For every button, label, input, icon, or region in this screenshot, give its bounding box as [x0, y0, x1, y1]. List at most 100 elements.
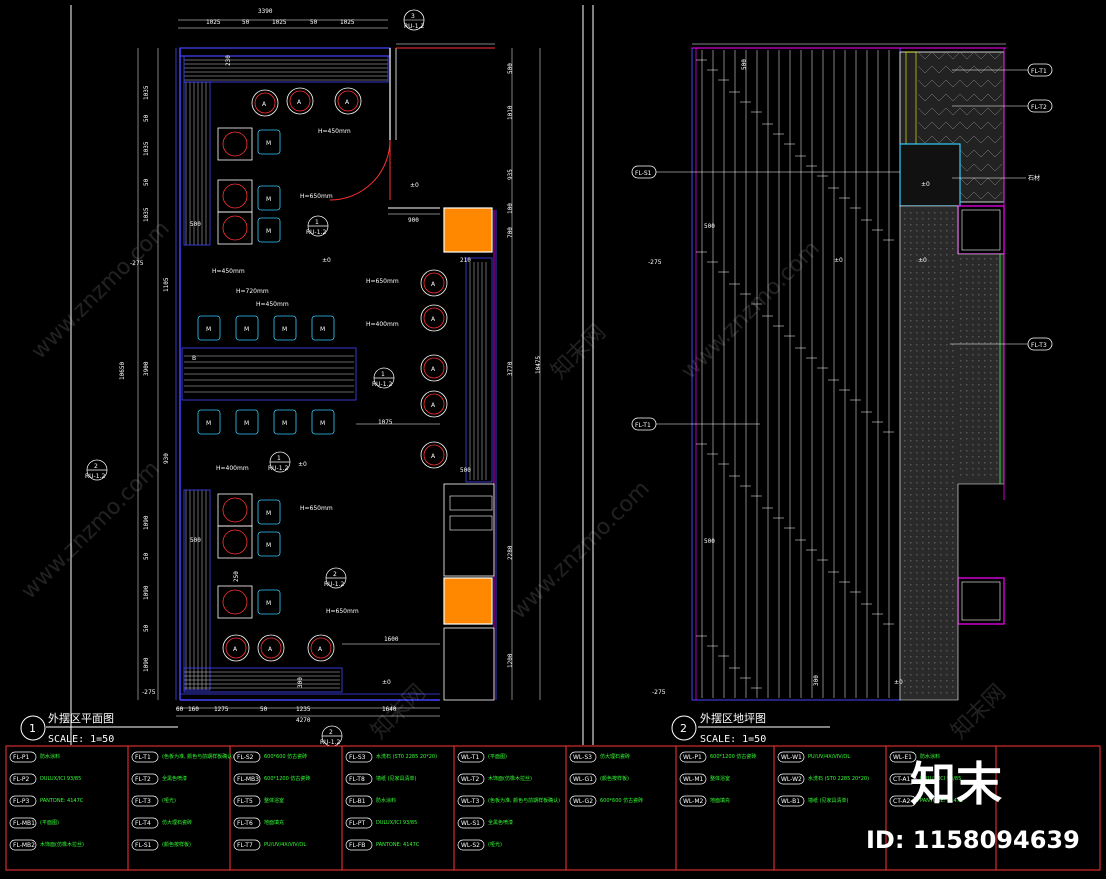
height-note: H=450mm — [256, 301, 289, 308]
legend-code: FL-T3 — [135, 798, 151, 805]
svg-text:1600: 1600 — [384, 636, 399, 643]
legend-note: 木饰面(仿橡木拉丝) — [488, 775, 532, 782]
legend-entry: WL-M2 地面填充 — [679, 795, 730, 807]
legend-code: WL-M1 — [683, 776, 704, 783]
material-tag: FL-T3 — [1031, 342, 1047, 349]
legend-note: (颜色按样板) — [162, 841, 191, 848]
material-tag: FL-T1 — [635, 422, 651, 429]
svg-text:A: A — [345, 99, 350, 106]
legend-entry: FL-S2 600*600 仿古瓷砖 — [233, 751, 307, 763]
svg-text:50: 50 — [143, 552, 150, 560]
svg-text:1200: 1200 — [507, 653, 514, 668]
legend-code: WL-B1 — [781, 798, 800, 805]
svg-text:A: A — [268, 646, 273, 653]
legend-entry: FL-P1 防水涂料 — [9, 751, 60, 763]
legend-note: (色板为准, 颜色与前期样板确认) — [488, 797, 560, 804]
svg-text:3770: 3770 — [507, 361, 514, 376]
svg-text:A: A — [431, 281, 436, 288]
legend-note: (平面图) — [488, 754, 507, 760]
svg-text:M: M — [266, 510, 271, 517]
plan-2: FL-T1 FL-T2 FL-S1 FL-T3 FL-T1 石材 500 500… — [631, 43, 1053, 745]
legend-note: PANTONE: 4147C — [376, 842, 420, 848]
svg-text:50: 50 — [143, 178, 150, 186]
legend-note: DULUX/ICI 93/85 — [40, 776, 81, 782]
svg-text:±0: ±0 — [921, 181, 930, 188]
legend-code: FL-P3 — [13, 798, 29, 805]
height-note: H=650mm — [300, 505, 333, 512]
svg-text:10650: 10650 — [119, 362, 126, 380]
legend-code: CT-A2 — [893, 798, 910, 805]
svg-text:M: M — [266, 140, 271, 147]
legend-entry: WL-W2 水洗石 (ST0 2285 20*20) — [777, 773, 869, 785]
svg-text:300: 300 — [297, 677, 304, 688]
legend-note: 全黑色喷漆 — [162, 775, 187, 782]
svg-text:1235: 1235 — [296, 706, 311, 713]
legend-entry: WL-T2 木饰面(仿橡木拉丝) — [457, 773, 532, 785]
legend-note: 防水涂料 — [376, 797, 396, 804]
legend-entry: FL-P2 DULUX/ICI 93/85 — [9, 773, 81, 785]
legend-entry: FL-T7 PU/UV/4X/VIV/OL — [233, 839, 306, 851]
legend-note: 仿大理石瓷砖 — [600, 753, 630, 760]
svg-text:M: M — [206, 326, 211, 333]
legend-entry: WL-G2 600*600 仿古瓷砖 — [569, 795, 643, 807]
legend-code: FL-T7 — [237, 842, 253, 849]
legend-entry: WL-W1 PU/UV/4X/VIV/OL — [777, 751, 850, 763]
svg-text:RU-1.2: RU-1.2 — [324, 581, 344, 588]
legend-entry: WL-G1 (颜色按样板) — [569, 773, 629, 785]
svg-text:-275: -275 — [652, 689, 666, 696]
plan1-title: 外摆区平面图 — [48, 711, 114, 725]
legend-code: FL-T6 — [237, 820, 253, 827]
top-total-dim: 3390 — [258, 8, 273, 15]
legend-code: WL-W2 — [781, 776, 802, 783]
plan1-number: 1 — [29, 722, 36, 735]
legend-entry: FL-P3 PANTONE: 4147C — [9, 795, 84, 807]
svg-text:50: 50 — [260, 706, 268, 713]
svg-text:4270: 4270 — [296, 717, 311, 724]
svg-text:A: A — [233, 646, 238, 653]
svg-text:1090: 1090 — [143, 515, 150, 530]
svg-text:RU-1.2: RU-1.2 — [85, 473, 105, 480]
svg-text:2: 2 — [94, 463, 98, 470]
svg-text:A: A — [431, 402, 436, 409]
top-dim: 1025 — [272, 19, 287, 26]
svg-text:A: A — [297, 99, 302, 106]
svg-text:±0: ±0 — [382, 679, 391, 686]
svg-text:500: 500 — [190, 221, 201, 228]
legend-code: WL-T3 — [461, 798, 479, 805]
svg-text:1010: 1010 — [507, 105, 514, 120]
height-note: H=720mm — [236, 288, 269, 295]
height-note: H=450mm — [212, 268, 245, 275]
legend-entry: FL-T8 墙纸 (见家具清单) — [345, 773, 417, 785]
legend-code: FL-S2 — [237, 754, 254, 761]
legend-code: FL-T2 — [135, 776, 151, 783]
legend-note: 600*600 仿古瓷砖 — [600, 797, 643, 804]
svg-text:±0: ±0 — [322, 257, 331, 264]
legend-note: 仿大理石瓷砖 — [162, 819, 192, 826]
svg-text:±0: ±0 — [410, 182, 419, 189]
svg-text:10475: 10475 — [535, 356, 542, 374]
legend-code: CT-A1 — [893, 776, 910, 783]
legend-entry: FL-PT DULUX/ICI 93/85 — [345, 817, 417, 829]
legend-entry: WL-S2 (哑光) — [457, 839, 502, 851]
svg-text:±0: ±0 — [894, 679, 903, 686]
legend-note: (色板为准, 颜色与前期样板确认) — [162, 753, 234, 760]
svg-text:3900: 3900 — [143, 361, 150, 376]
legend-note: (颜色按样板) — [600, 775, 629, 782]
legend-note: 地面填充 — [710, 797, 730, 804]
svg-text:2280: 2280 — [507, 545, 514, 560]
svg-text:-275: -275 — [648, 259, 662, 266]
legend-code: WL-T1 — [461, 754, 479, 761]
svg-text:500: 500 — [460, 467, 471, 474]
svg-text:A: A — [318, 646, 323, 653]
material-tag: FL-T1 — [1031, 68, 1047, 75]
legend-note: 木饰面(仿橡木拉丝) — [40, 841, 84, 848]
svg-text:500: 500 — [741, 59, 748, 70]
legend-note: PU/UV/4X/VIV/OL — [264, 842, 306, 848]
legend-note: 600*600 仿古瓷砖 — [264, 753, 307, 760]
material-tag: FL-S1 — [635, 170, 652, 177]
svg-text:1075: 1075 — [378, 419, 393, 426]
svg-text:±0: ±0 — [834, 257, 843, 264]
svg-text:1090: 1090 — [143, 657, 150, 672]
legend-note: DULUX/ICI 93/85 — [376, 820, 417, 826]
svg-text:M: M — [266, 228, 271, 235]
